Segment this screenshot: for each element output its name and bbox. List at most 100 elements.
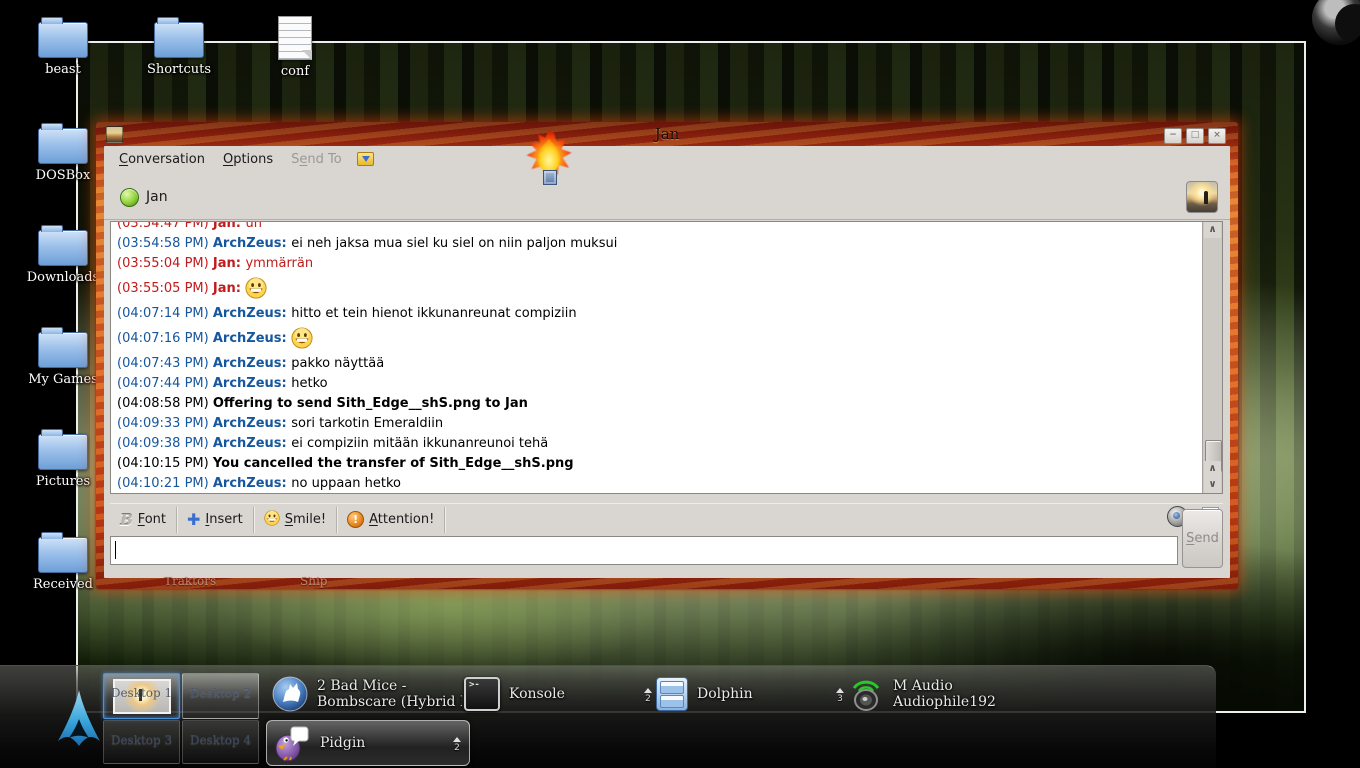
toolbar-button-attention-[interactable]: ! Attention! (337, 505, 444, 534)
desktop-icon-label: Shortcuts (146, 62, 212, 77)
font-icon: B (120, 510, 133, 529)
send-button[interactable]: Send (1182, 509, 1223, 568)
task-m-audio[interactable]: M Audio Audiophile192 (842, 672, 1050, 716)
desktop-icon-beast[interactable]: beast (20, 14, 106, 77)
toolbar-separator (444, 506, 446, 533)
chat-message: (03:55:05 PM) Jan: (117, 274, 1202, 304)
menu-bar: Conversation Options Send To (104, 146, 1230, 172)
menu-item-options[interactable]: Options (214, 148, 282, 171)
document-icon (278, 16, 312, 60)
conversation-messages: (03:54:47 PM) Jan: uh (03:54:58 PM) ArchZ… (111, 222, 1202, 493)
smiley-icon (264, 509, 280, 530)
menu-extra-icon[interactable] (356, 152, 374, 166)
pager-label: Desktop 3 (110, 733, 173, 747)
desktop-icon-received[interactable]: Received (20, 529, 106, 592)
occluded-icon-label: Traktors (164, 574, 217, 588)
audio-card-icon (852, 680, 880, 711)
buddy-info-bar: Jan (104, 172, 1230, 220)
pidgin-conversation-window: Jan − □ × Conversation Options Send To Jan… (96, 122, 1238, 589)
pager-desktop-3[interactable]: Desktop 3 (103, 720, 180, 764)
desktop-icon-label: My Games (28, 372, 98, 387)
konsole-icon (464, 677, 500, 711)
burning-window-icon (543, 170, 557, 185)
desktop-icon-label: Pictures (35, 474, 91, 489)
minimize-button[interactable]: − (1164, 128, 1182, 144)
taskbar-panel: Desktop 1 Desktop 2 Desktop 3 Desktop 4 2 B… (0, 665, 1216, 768)
occluded-icon-label: Ship (300, 574, 328, 588)
scroll-down-button[interactable]: ∨ (1204, 477, 1221, 493)
folder-icon (38, 123, 88, 164)
compose-toolbar: BFont✚Insert Smile!!Attention! ? (110, 503, 1223, 535)
pager-label: Desktop 4 (189, 733, 252, 747)
window-title: Jan (654, 125, 680, 143)
window-titlebar[interactable]: Jan − □ × (104, 122, 1230, 146)
folder-icon (38, 17, 88, 58)
task-dolphin[interactable]: Dolphin 3 (650, 672, 852, 716)
close-button[interactable]: × (1208, 128, 1226, 144)
desktop-icon-conf[interactable]: conf (252, 14, 338, 79)
chat-message: (03:55:04 PM) Jan: ymmärrän (117, 256, 314, 271)
big-grin-emoticon-icon (291, 327, 313, 349)
desktop-icon-pictures[interactable]: Pictures (20, 426, 106, 489)
attention-icon: ! (347, 511, 365, 528)
menu-item-conversation[interactable]: Conversation (110, 148, 214, 171)
chat-message: (04:07:16 PM) ArchZeus: (117, 324, 1202, 354)
chat-message: (04:08:58 PM) Offering to send Sith_Edge… (117, 396, 528, 411)
big-grin-emoticon-icon (245, 277, 267, 299)
amarok-wolf-icon (272, 676, 308, 712)
text-caret (115, 541, 116, 559)
scroll-up-button-2[interactable]: ∧ (1204, 461, 1221, 477)
desktop-corner-orb-icon[interactable] (1312, 0, 1360, 45)
pager-desktop-4[interactable]: Desktop 4 (182, 720, 259, 764)
log-scrollbar[interactable]: ∧ ∧ ∨ (1202, 222, 1222, 493)
task-pidgin[interactable]: Pidgin 2 (266, 720, 470, 766)
arch-menu-icon[interactable] (56, 689, 102, 747)
chat-message: (03:54:47 PM) Jan: uh (117, 222, 262, 231)
pager-desktop-1[interactable]: Desktop 1 (103, 673, 180, 719)
task-2-bad-mice-[interactable]: 2 Bad Mice -Bombscare (Hybrid Re (266, 672, 468, 716)
toolbar-button-smile-[interactable]: Smile! (254, 505, 336, 534)
toolbar-button-insert[interactable]: ✚ Insert (177, 505, 253, 534)
desktop-icon-label: DOSBox (35, 168, 91, 183)
chat-message: (04:10:15 PM) You cancelled the transfer… (117, 456, 574, 471)
chat-message: (04:09:38 PM) ArchZeus: ei compiziin mit… (117, 436, 549, 451)
desktop-icon-label: Received (33, 577, 93, 592)
maximize-button[interactable]: □ (1186, 128, 1204, 144)
chat-message: (04:07:43 PM) ArchZeus: pakko näyttää (117, 356, 385, 371)
menu-item-send-to[interactable]: Send To (282, 148, 351, 171)
chat-message: (04:07:44 PM) ArchZeus: hetko (117, 376, 328, 391)
chat-message: (04:10:21 PM) ArchZeus: no uppaan hetko (117, 476, 401, 491)
scroll-up-button[interactable]: ∧ (1204, 222, 1221, 238)
folder-icon (154, 17, 204, 58)
toolbar-button-font[interactable]: B Font (110, 505, 176, 534)
pidgin-icon (275, 726, 309, 762)
conversation-log[interactable]: (03:54:47 PM) Jan: uh (03:54:58 PM) ArchZ… (110, 221, 1223, 494)
chat-message: (04:09:33 PM) ArchZeus: sori tarkotin Em… (117, 416, 444, 431)
task-label: Pidgin (320, 735, 366, 751)
desktop-icon-downloads[interactable]: Downloads (20, 222, 106, 285)
insert-icon: ✚ (187, 509, 201, 529)
task-label: 2 Bad Mice -Bombscare (Hybrid Re (317, 678, 462, 710)
folder-icon (38, 225, 88, 266)
pager-label: Desktop 1 (110, 686, 173, 700)
pager-label: Desktop 2 (189, 686, 252, 700)
pager-desktop-2[interactable]: Desktop 2 (182, 673, 259, 719)
task-window-count-badge: 2 (453, 733, 461, 753)
desktop-icon-label: beast (45, 62, 81, 77)
folder-icon (38, 532, 88, 573)
dolphin-icon (656, 677, 688, 711)
desktop-icon-dosbox[interactable]: DOSBox (20, 120, 106, 183)
desktop-screen: beast Shortcuts conf DOSBox Downloads My Game… (0, 0, 1360, 768)
task-label: M Audio Audiophile192 (893, 678, 996, 710)
window-client-area: Conversation Options Send To Jan (03:54:47… (104, 146, 1230, 578)
desktop-icon-my-games[interactable]: My Games (20, 324, 106, 387)
desktop-icon-shortcuts[interactable]: Shortcuts (136, 14, 222, 77)
task-label: Konsole (509, 686, 565, 702)
task-label: Dolphin (697, 686, 753, 702)
status-available-icon (120, 188, 139, 207)
message-input[interactable] (110, 536, 1178, 565)
buddy-name: Jan (146, 189, 168, 205)
task-konsole[interactable]: Konsole2 (458, 672, 660, 716)
chat-message: (04:07:14 PM) ArchZeus: hitto et tein hi… (117, 306, 577, 321)
buddy-avatar[interactable] (1186, 181, 1218, 213)
